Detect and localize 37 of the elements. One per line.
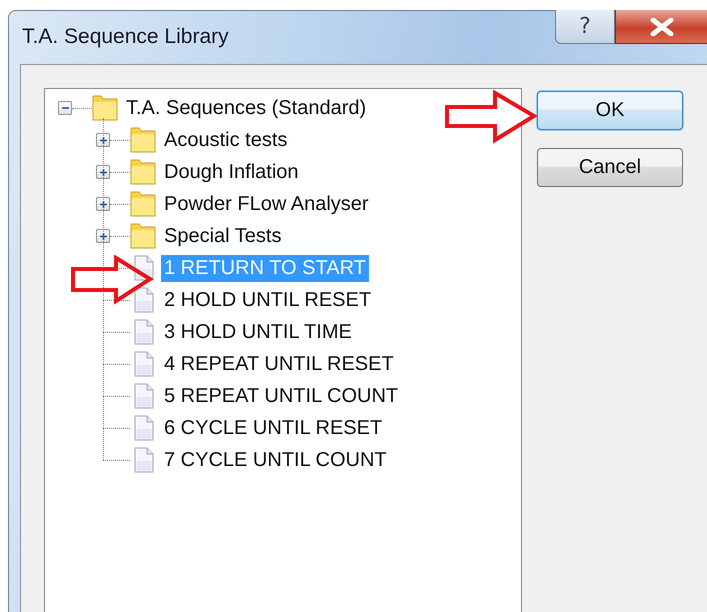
plus-icon <box>98 136 108 144</box>
file-icon <box>134 383 154 409</box>
folder-icon <box>130 159 156 185</box>
file-icon <box>134 287 154 313</box>
file-icon <box>134 319 154 345</box>
expand-toggle[interactable] <box>96 165 110 179</box>
tree-item[interactable]: Dough Inflation <box>161 158 302 186</box>
close-icon <box>648 18 674 36</box>
window-title: T.A. Sequence Library <box>22 25 229 49</box>
file-icon <box>134 351 154 377</box>
tree-item[interactable]: 2 HOLD UNTIL RESET <box>161 286 374 314</box>
plus-icon <box>98 232 108 240</box>
tree-item[interactable]: 3 HOLD UNTIL TIME <box>161 318 355 346</box>
file-icon <box>134 447 154 473</box>
dialog-button[interactable]: OK <box>537 91 683 130</box>
tree-item[interactable]: Special Tests <box>161 222 284 250</box>
tree-item[interactable]: 7 CYCLE UNTIL COUNT <box>161 446 390 474</box>
tree-item[interactable]: 5 REPEAT UNTIL COUNT <box>161 382 402 410</box>
tree-item[interactable]: Powder FLow Analyser <box>161 190 372 218</box>
expand-toggle[interactable] <box>96 229 110 243</box>
help-button[interactable]: ? <box>555 10 615 44</box>
expand-toggle[interactable] <box>96 133 110 147</box>
file-icon <box>134 415 154 441</box>
folder-icon <box>130 191 156 217</box>
tree-item[interactable]: T.A. Sequences (Standard) <box>123 94 370 122</box>
tree-item[interactable]: 4 REPEAT UNTIL RESET <box>161 350 397 378</box>
plus-icon <box>98 200 108 208</box>
plus-icon <box>98 168 108 176</box>
tree-item[interactable]: 6 CYCLE UNTIL RESET <box>161 414 386 442</box>
collapse-toggle[interactable] <box>58 101 72 115</box>
tree-item[interactable]: Acoustic tests <box>161 126 290 154</box>
close-button[interactable] <box>615 10 707 44</box>
folder-icon <box>130 127 156 153</box>
dialog-button[interactable]: Cancel <box>537 148 683 187</box>
folder-icon <box>130 223 156 249</box>
folder-icon <box>92 95 118 121</box>
expand-toggle[interactable] <box>96 197 110 211</box>
